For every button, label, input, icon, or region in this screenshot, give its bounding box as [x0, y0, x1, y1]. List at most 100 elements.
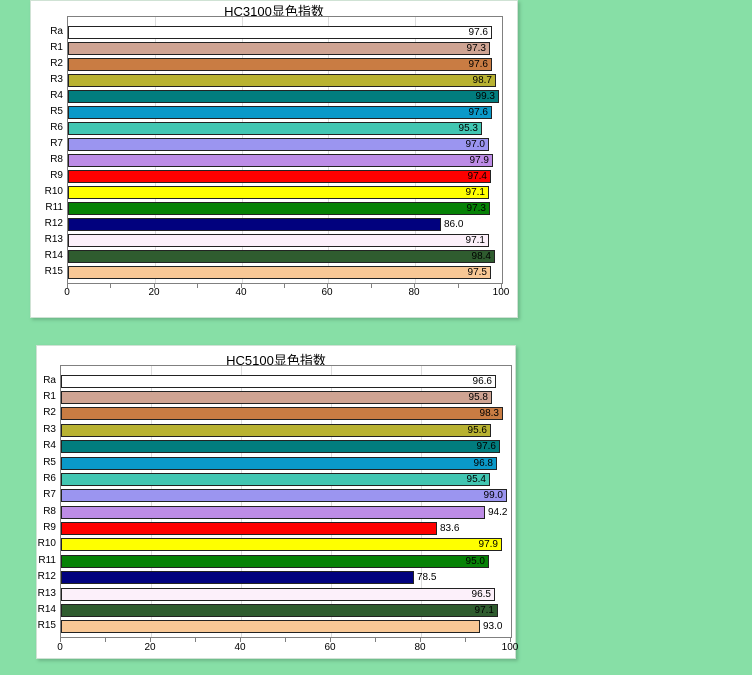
value-label: 95.4	[61, 473, 486, 486]
bar-row: 97.4	[68, 170, 502, 183]
value-label: 97.3	[68, 42, 486, 55]
bar-row: 93.0	[61, 620, 511, 633]
bar-row: 97.9	[68, 154, 502, 167]
category-label: R14	[37, 603, 56, 616]
bar-row: 96.8	[61, 457, 511, 470]
plot-area: 96.6 95.8 98.3 95.6 97.6 96.8 95.4 99.0 94.2 83.6…	[60, 365, 512, 638]
chart-panel-hc3100: HC3100显色指数97.697.397.698.799.397.695.397…	[30, 0, 518, 318]
category-label: R8	[31, 153, 63, 166]
x-axis-tick	[110, 283, 111, 288]
x-axis-tick	[195, 637, 196, 642]
value-label: 98.3	[61, 407, 499, 420]
x-axis-tick	[284, 283, 285, 288]
value-label: 86.0	[444, 218, 463, 231]
category-label: R15	[31, 265, 63, 278]
bar-row: 94.2	[61, 506, 511, 519]
value-label: 99.0	[61, 489, 503, 502]
value-label: 96.8	[61, 457, 493, 470]
x-axis-tick-label: 0	[64, 287, 70, 298]
x-axis-tick-label: 40	[234, 642, 245, 653]
bar-row: 98.3	[61, 407, 511, 420]
value-label: 99.3	[68, 90, 495, 103]
bar-row: 97.9	[61, 538, 511, 551]
category-label: R12	[31, 217, 63, 230]
category-label: R13	[37, 587, 56, 600]
category-label: R14	[31, 249, 63, 262]
page-background: HC3100显色指数97.697.397.698.799.397.695.397…	[0, 0, 752, 675]
value-label: 97.3	[68, 202, 486, 215]
bar-row: 97.1	[68, 234, 502, 247]
value-label: 83.6	[440, 522, 459, 535]
x-axis-tick	[371, 283, 372, 288]
value-label: 78.5	[417, 571, 436, 584]
category-label: R7	[37, 488, 56, 501]
bar-row: 97.6	[61, 440, 511, 453]
x-axis-tick-label: 80	[408, 287, 419, 298]
value-label: 95.6	[61, 424, 487, 437]
value-label: 97.1	[68, 234, 485, 247]
bar-row: 95.6	[61, 424, 511, 437]
bar-row: 95.0	[61, 555, 511, 568]
category-label: R1	[31, 41, 63, 54]
x-axis-tick-label: 80	[414, 642, 425, 653]
x-axis-tick-label: 100	[493, 287, 510, 298]
value-label: 97.9	[68, 154, 489, 167]
category-label: R9	[37, 521, 56, 534]
value-label: 96.6	[61, 375, 492, 388]
bar	[68, 218, 441, 231]
category-label: R11	[37, 554, 56, 567]
value-label: 95.0	[61, 555, 485, 568]
category-label: R13	[31, 233, 63, 246]
x-axis-tick	[458, 283, 459, 288]
category-label: R9	[31, 169, 63, 182]
bar	[61, 522, 437, 535]
bar-row: 95.4	[61, 473, 511, 486]
bar-row: 95.8	[61, 391, 511, 404]
bar-row: 96.5	[61, 588, 511, 601]
category-label: R6	[37, 472, 56, 485]
category-label: R5	[31, 105, 63, 118]
bar-row: 98.4	[68, 250, 502, 263]
category-label: R4	[31, 89, 63, 102]
bar	[61, 506, 485, 519]
bar	[61, 571, 414, 584]
x-axis-tick	[105, 637, 106, 642]
x-axis-tick-label: 20	[144, 642, 155, 653]
bar-row: 97.1	[68, 186, 502, 199]
value-label: 97.6	[61, 440, 496, 453]
x-axis-tick	[465, 637, 466, 642]
value-label: 94.2	[488, 506, 507, 519]
value-label: 98.4	[68, 250, 491, 263]
category-label: R2	[37, 406, 56, 419]
bar-row: 97.1	[61, 604, 511, 617]
category-label: Ra	[37, 374, 56, 387]
x-axis-tick-label: 100	[502, 642, 519, 653]
bar-row: 97.0	[68, 138, 502, 151]
bar	[61, 620, 480, 633]
x-axis-tick-label: 60	[321, 287, 332, 298]
bar-row: 97.3	[68, 42, 502, 55]
bar-row: 86.0	[68, 218, 502, 231]
value-label: 98.7	[68, 74, 492, 87]
category-label: R3	[31, 73, 63, 86]
value-label: 97.9	[61, 538, 498, 551]
x-axis-tick-label: 40	[235, 287, 246, 298]
x-axis-tick	[197, 283, 198, 288]
x-axis-tick	[285, 637, 286, 642]
category-label: R4	[37, 439, 56, 452]
bar-row: 97.5	[68, 266, 502, 279]
category-label: R12	[37, 570, 56, 583]
x-axis-tick	[375, 637, 376, 642]
category-label: R2	[31, 57, 63, 70]
value-label: 95.3	[68, 122, 478, 135]
bar-row: 96.6	[61, 375, 511, 388]
value-label: 97.4	[68, 170, 487, 183]
bar-row: 97.6	[68, 58, 502, 71]
bar-row: 98.7	[68, 74, 502, 87]
value-label: 97.0	[68, 138, 485, 151]
value-label: 97.6	[68, 58, 488, 71]
value-label: 96.5	[61, 588, 491, 601]
bar-row: 83.6	[61, 522, 511, 535]
x-axis-tick-label: 20	[148, 287, 159, 298]
category-label: R5	[37, 456, 56, 469]
